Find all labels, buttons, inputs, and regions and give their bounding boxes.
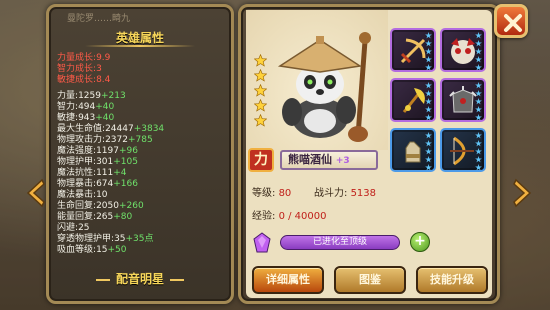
star-icon bbox=[254, 54, 267, 67]
growth-row: 敏捷成长:8.4 bbox=[57, 75, 111, 85]
growth-row: 力量成长:9.9 bbox=[57, 53, 111, 63]
stat-row: 敏捷:943+40 bbox=[57, 113, 115, 123]
stat-row: 最大生命值:24447+3834 bbox=[57, 124, 165, 134]
close-icon bbox=[504, 14, 522, 32]
growth-row: 智力成长:3 bbox=[57, 64, 102, 74]
stat-row: 力量:1259+213 bbox=[57, 91, 126, 101]
stat-row: 魔法暴击:10 bbox=[57, 190, 108, 200]
stat-row: 智力:494+40 bbox=[57, 102, 115, 112]
hero-name-plate: 熊喵酒仙 +3 bbox=[280, 150, 378, 170]
strength-type-badge: 力 bbox=[248, 148, 274, 172]
codex-button[interactable]: 图鉴 bbox=[334, 266, 406, 294]
hero-stats-panel: 曼陀罗……畸九 英雄属性 力量成长:9.9 智力成长:3 敏捷成长:8.4 力量… bbox=[46, 4, 234, 304]
star-icon bbox=[254, 69, 267, 82]
hero-attributes-title: 英雄属性 bbox=[115, 31, 164, 45]
hero-rank-plus: +3 bbox=[335, 156, 350, 166]
stat-row: 吸血等级:15+50 bbox=[57, 245, 127, 255]
skill-upgrade-button[interactable]: 技能升级 bbox=[416, 266, 488, 294]
star-icon bbox=[254, 84, 267, 97]
stats-list: 力量成长:9.9 智力成长:3 敏捷成长:8.4 力量:1259+213 智力:… bbox=[57, 53, 229, 256]
stat-row: 闪避:25 bbox=[57, 223, 90, 233]
stat-row: 魔法抗性:111+4 bbox=[57, 168, 127, 178]
equipment-slot[interactable] bbox=[390, 78, 436, 122]
panel-top-text: 曼陀罗……畸九 bbox=[67, 14, 131, 24]
evolve-row: 已进化至顶级 + bbox=[252, 232, 432, 253]
next-hero-arrow-icon[interactable] bbox=[512, 178, 534, 208]
stat-row: 生命回复:2050+260 bbox=[57, 201, 144, 211]
hero-portrait[interactable] bbox=[270, 26, 380, 144]
star-icon bbox=[254, 99, 267, 112]
close-button[interactable] bbox=[494, 4, 528, 38]
equipment-slot[interactable] bbox=[440, 128, 486, 172]
add-soul-stone-button[interactable]: + bbox=[410, 232, 430, 252]
hero-name: 熊喵酒仙 bbox=[288, 153, 332, 166]
hero-experience: 经验: 0 / 40000 bbox=[252, 211, 327, 222]
equipment-slot[interactable] bbox=[440, 78, 486, 122]
star-icon bbox=[254, 114, 267, 127]
equipment-slot[interactable] bbox=[390, 128, 436, 172]
details-button[interactable]: 详细属性 bbox=[252, 266, 324, 294]
previous-hero-arrow-icon[interactable] bbox=[24, 178, 46, 208]
stat-row: 魔法强度:1197+96 bbox=[57, 146, 138, 156]
evolve-progress-bar: 已进化至顶级 bbox=[280, 235, 400, 250]
title-divider bbox=[85, 45, 195, 47]
stat-row: 物理攻击力:2372+785 bbox=[57, 135, 153, 145]
stat-row: 物理护甲:301+105 bbox=[57, 157, 138, 167]
equipment-grid bbox=[390, 28, 488, 172]
equipment-slot[interactable] bbox=[390, 28, 436, 72]
soul-stone-icon bbox=[253, 232, 271, 253]
stat-row: 能量回复:265+80 bbox=[57, 212, 133, 222]
stat-row: 物理暴击:674+166 bbox=[57, 179, 138, 189]
stat-row: 穿透物理护甲:35+35点 bbox=[57, 234, 154, 244]
equipment-slot[interactable] bbox=[440, 28, 486, 72]
hero-level: 等级: 80 bbox=[252, 188, 292, 199]
voice-star-label: 配音明星 bbox=[49, 270, 231, 287]
hero-name-row: 力 熊喵酒仙 +3 bbox=[248, 148, 378, 172]
hero-combat-power: 战斗力: 5138 bbox=[314, 188, 377, 199]
hero-star-rating bbox=[254, 54, 268, 129]
